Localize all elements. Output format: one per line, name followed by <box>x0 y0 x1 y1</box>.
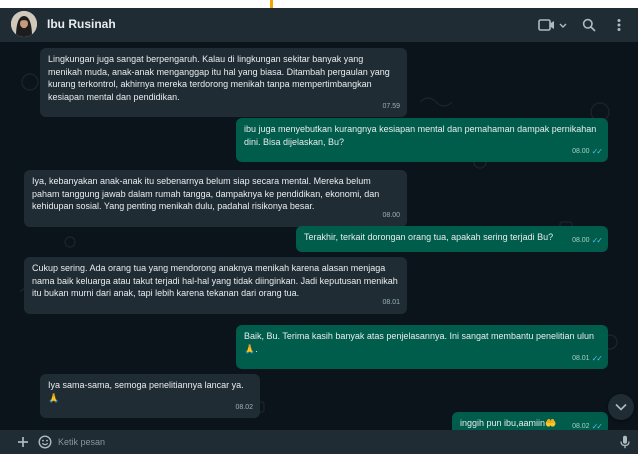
read-ticks-icon: ✓✓ <box>591 353 603 363</box>
message-time: 08.02 <box>235 403 253 411</box>
contact-name[interactable]: Ibu Rusinah <box>47 17 116 31</box>
message-time: 08.01 <box>572 354 590 362</box>
avatar[interactable] <box>11 11 37 37</box>
scroll-down-icon <box>615 403 627 411</box>
message-meta: 08.02 ✓✓ <box>572 421 603 430</box>
accent-mark <box>270 0 273 8</box>
scroll-down-button[interactable] <box>608 394 634 420</box>
avatar-image <box>11 11 37 37</box>
read-ticks-icon: ✓✓ <box>591 236 603 245</box>
message-incoming[interactable]: Iya, kebanyakan anak-anak itu sebenarnya… <box>24 170 407 227</box>
message-meta: 08.00 <box>382 210 400 223</box>
read-ticks-icon: ✓✓ <box>591 146 603 156</box>
search-button[interactable] <box>576 12 602 38</box>
video-call-icon <box>538 19 567 31</box>
menu-dots-icon <box>617 19 621 31</box>
header-actions <box>534 8 632 42</box>
menu-button[interactable] <box>606 12 632 38</box>
message-text: Iya, kebanyakan anak-anak itu sebenarnya… <box>32 176 380 211</box>
attach-button[interactable] <box>14 433 32 451</box>
message-time: 08.02 <box>572 423 590 430</box>
message-text: Cukup sering. Ada orang tua yang mendoro… <box>32 263 398 298</box>
message-time: 08.00 <box>572 147 590 155</box>
message-meta: 08.00 ✓✓ <box>572 235 603 248</box>
message-input[interactable] <box>58 433 598 451</box>
emoji-button[interactable] <box>36 433 54 451</box>
search-icon <box>582 18 596 32</box>
message-time: 08.00 <box>382 212 400 219</box>
window-top-strip <box>0 0 638 8</box>
message-text: Baik, Bu. Terima kasih banyak atas penje… <box>244 331 595 354</box>
read-ticks-icon: ✓✓ <box>591 422 603 430</box>
video-call-button[interactable] <box>534 12 572 38</box>
message-outgoing[interactable]: ibu juga menyebutkan kurangnya kesiapan … <box>236 118 608 162</box>
message-incoming[interactable]: Iya sama-sama, semoga penelitiannya lanc… <box>40 374 260 418</box>
message-time: 07.59 <box>382 102 400 110</box>
message-time: 08.00 <box>572 237 590 244</box>
message-incoming[interactable]: Lingkungan juga sangat berpengaruh. Kala… <box>40 48 407 117</box>
message-meta: 08.00 ✓✓ <box>572 146 603 159</box>
message-outgoing[interactable]: Terakhir, terkait dorongan orang tua, ap… <box>296 226 608 252</box>
voice-message-button[interactable] <box>616 433 634 451</box>
message-text: Terakhir, terkait dorongan orang tua, ap… <box>304 232 554 242</box>
chat-header: Ibu Rusinah <box>0 8 638 42</box>
message-meta: 08.01 ✓✓ <box>572 353 603 366</box>
message-time: 08.01 <box>382 299 400 306</box>
message-outgoing[interactable]: inggih pun ibu,aamiin🤲 08.02 ✓✓ <box>452 412 608 430</box>
message-list[interactable]: Lingkungan juga sangat berpengaruh. Kala… <box>0 42 638 430</box>
message-text: ibu juga menyebutkan kurangnya kesiapan … <box>244 124 597 147</box>
message-text: Lingkungan juga sangat berpengaruh. Kala… <box>48 54 390 102</box>
plus-icon <box>18 437 28 447</box>
message-meta: 07.59 <box>382 101 400 114</box>
whatsapp-app: Ibu Rusinah Lingkungan juga sangat berpe… <box>0 8 638 454</box>
message-meta: 08.02 <box>235 402 253 415</box>
message-outgoing[interactable]: Baik, Bu. Terima kasih banyak atas penje… <box>236 325 608 369</box>
message-incoming[interactable]: Cukup sering. Ada orang tua yang mendoro… <box>24 257 407 314</box>
composer <box>0 430 638 454</box>
message-text: Iya sama-sama, semoga penelitiannya lanc… <box>48 380 244 403</box>
microphone-icon <box>620 435 630 449</box>
emoji-icon <box>38 435 52 449</box>
chevron-down-icon <box>559 23 567 28</box>
message-meta: 08.01 <box>382 297 400 310</box>
